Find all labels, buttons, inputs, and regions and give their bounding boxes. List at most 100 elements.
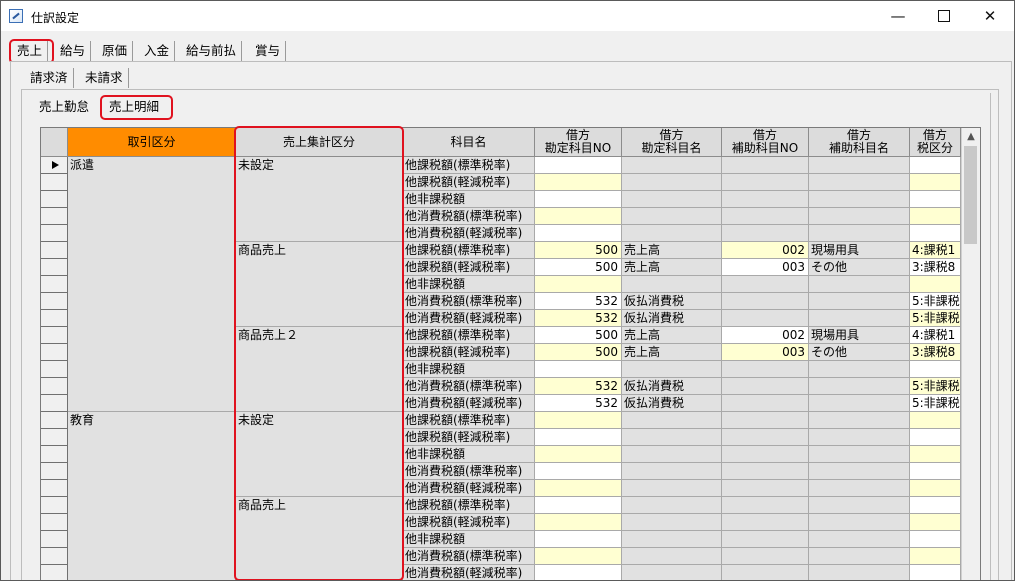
grid-vertical-scrollbar[interactable]: ▲ (961, 128, 980, 580)
row-header[interactable] (41, 191, 68, 208)
row-header[interactable] (41, 548, 68, 565)
row-header[interactable] (41, 463, 68, 480)
grid-cell[interactable] (910, 157, 961, 174)
scroll-up-icon[interactable]: ▲ (962, 128, 980, 145)
grid-cell[interactable] (809, 497, 910, 514)
grid-cell[interactable]: 他消費税額(標準税率) (403, 208, 535, 225)
grid-cell[interactable] (622, 565, 722, 580)
grid-cell[interactable] (910, 463, 961, 480)
row-header[interactable] (41, 310, 68, 327)
grid-cell[interactable]: 4:課税1 (910, 327, 961, 344)
tab-seikyuzumi[interactable]: 請求済 (25, 68, 74, 88)
grid-cell[interactable]: 他消費税額(標準税率) (403, 463, 535, 480)
tab-nyukin[interactable]: 入金 (139, 41, 176, 61)
grid-cell[interactable] (910, 225, 961, 242)
grid-cell[interactable] (722, 446, 809, 463)
grid-cell[interactable]: 3:課税8 (910, 344, 961, 361)
grid-cell[interactable]: 売上高 (622, 327, 722, 344)
grid-cell[interactable] (622, 429, 722, 446)
row-header[interactable] (41, 344, 68, 361)
grid-cell[interactable]: 売上高 (622, 259, 722, 276)
grid-cell[interactable] (809, 395, 910, 412)
scroll-thumb[interactable] (964, 146, 977, 244)
grid-cell[interactable] (622, 157, 722, 174)
grid-cell[interactable] (809, 412, 910, 429)
grid-cell[interactable] (535, 225, 622, 242)
grid-cell[interactable]: 500 (535, 327, 622, 344)
grid-cell[interactable]: 他課税額(軽減税率) (403, 344, 535, 361)
row-header[interactable] (41, 208, 68, 225)
grid-cell[interactable] (722, 531, 809, 548)
grid-cell[interactable] (722, 395, 809, 412)
row-header[interactable] (41, 174, 68, 191)
grid-cell[interactable] (809, 293, 910, 310)
grid-cell[interactable]: 他消費税額(標準税率) (403, 378, 535, 395)
grid-cell[interactable] (722, 310, 809, 327)
grid-cell[interactable] (809, 565, 910, 580)
grid-cell[interactable] (809, 208, 910, 225)
grid-cell[interactable] (722, 361, 809, 378)
grid-cell[interactable] (535, 514, 622, 531)
grid-cell[interactable] (809, 174, 910, 191)
grid-cell[interactable]: 仮払消費税 (622, 293, 722, 310)
grid-cell[interactable] (722, 480, 809, 497)
grid-cell[interactable]: 他課税額(軽減税率) (403, 429, 535, 446)
grid-cell[interactable] (910, 565, 961, 580)
grid-cell[interactable] (722, 293, 809, 310)
grid-cell[interactable]: 仮払消費税 (622, 395, 722, 412)
grid-cell[interactable] (910, 208, 961, 225)
row-header[interactable] (41, 276, 68, 293)
grid-cell[interactable] (809, 429, 910, 446)
grid-cell[interactable] (535, 429, 622, 446)
grid-cell[interactable] (622, 191, 722, 208)
column-header[interactable]: 借方 税区分 (910, 128, 961, 157)
grid-cell[interactable] (622, 480, 722, 497)
grid-cell[interactable] (722, 191, 809, 208)
row-header[interactable] (41, 429, 68, 446)
tab-genka[interactable]: 原価 (97, 41, 134, 61)
grid-cell[interactable] (809, 310, 910, 327)
tab-miseikyu[interactable]: 未請求 (80, 68, 129, 88)
torihiki-kubun-cell[interactable]: 派遣 (68, 157, 236, 412)
row-header[interactable] (41, 446, 68, 463)
column-header[interactable]: 借方 補助科目名 (809, 128, 910, 157)
grid-cell[interactable] (809, 378, 910, 395)
grid-cell[interactable] (722, 463, 809, 480)
grid-cell[interactable] (535, 463, 622, 480)
grid-cell[interactable] (722, 208, 809, 225)
row-header[interactable] (41, 157, 68, 174)
grid-cell[interactable]: 他非課税額 (403, 531, 535, 548)
grid-cell[interactable]: 4:課税1 (910, 242, 961, 259)
grid-cell[interactable]: 500 (535, 242, 622, 259)
grid-cell[interactable]: 532 (535, 395, 622, 412)
grid-cell[interactable] (535, 276, 622, 293)
grid-cell[interactable] (722, 157, 809, 174)
row-header[interactable] (41, 412, 68, 429)
grid-cell[interactable] (622, 446, 722, 463)
maximize-button[interactable] (921, 1, 967, 31)
grid-cell[interactable] (622, 208, 722, 225)
row-header[interactable] (41, 327, 68, 344)
grid-cell[interactable] (535, 497, 622, 514)
column-header[interactable]: 科目名 (403, 128, 535, 157)
grid-cell[interactable] (535, 208, 622, 225)
grid-cell[interactable] (622, 361, 722, 378)
grid-cell[interactable] (910, 429, 961, 446)
grid-cell[interactable] (910, 548, 961, 565)
grid-cell[interactable] (622, 548, 722, 565)
grid-cell[interactable] (535, 157, 622, 174)
minimize-button[interactable]: — (875, 1, 921, 31)
grid-cell[interactable]: 3:課税8 (910, 259, 961, 276)
grid-cell[interactable]: 5:非課税 (910, 310, 961, 327)
journal-grid[interactable]: 取引区分 売上集計区分 科目名 借方 勘定科目NO 借方 勘定科目名 借方 補助科目N… (40, 127, 981, 580)
grid-cell[interactable]: 他非課税額 (403, 361, 535, 378)
grid-cell[interactable] (809, 361, 910, 378)
torihiki-kubun-cell[interactable]: 教育 (68, 412, 236, 580)
grid-cell[interactable] (809, 531, 910, 548)
grid-cell[interactable]: 002 (722, 327, 809, 344)
grid-cell[interactable] (535, 531, 622, 548)
grid-cell[interactable] (910, 412, 961, 429)
tab-shoyo[interactable]: 賞与 (250, 41, 287, 61)
row-header[interactable] (41, 259, 68, 276)
grid-cell[interactable] (910, 174, 961, 191)
